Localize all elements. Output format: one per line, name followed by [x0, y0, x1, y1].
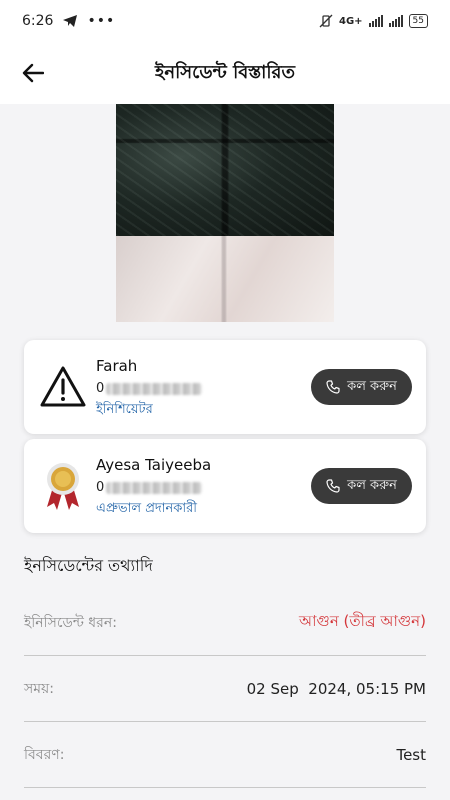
- approver-card: Ayesa Taiyeeba 0 এপ্রুভাল প্রদানকারী কল …: [24, 439, 426, 533]
- phone-prefix: 0: [96, 381, 105, 396]
- status-right: 4G+ 55: [319, 14, 428, 28]
- warning-icon: [38, 362, 88, 412]
- photo-light-tiles: [116, 236, 334, 322]
- incident-photo[interactable]: [116, 104, 334, 322]
- more-notifications-icon: •••: [87, 13, 116, 29]
- status-bar: 6:26 ••• 4G+ 55: [0, 0, 450, 42]
- phone-icon: [326, 380, 340, 394]
- contact-role: ইনিশিয়েটর: [96, 402, 153, 417]
- award-badge-icon: [38, 461, 88, 511]
- photo-dark-tiles: [116, 104, 334, 236]
- detail-value: 02 Sep 2024, 05:15 PM: [246, 679, 426, 698]
- battery-icon: 55: [408, 14, 428, 28]
- arrow-left-icon: [22, 63, 44, 83]
- detail-row-description: বিবরণ: Test: [24, 722, 426, 788]
- mute-vibrate-icon: [319, 14, 333, 28]
- status-time: 6:26: [22, 13, 54, 29]
- call-button-label: কল করুন: [347, 378, 397, 394]
- detail-row-time: সময়: 02 Sep 2024, 05:15 PM: [24, 656, 426, 722]
- network-type: 4G+: [339, 15, 363, 27]
- detail-value: Test: [396, 745, 426, 764]
- phone-icon: [326, 479, 340, 493]
- contact-role: এপ্রুভাল প্রদানকারী: [96, 501, 197, 516]
- signal-icon: [368, 15, 383, 27]
- signal-2-icon: [388, 15, 403, 27]
- contact-name: Farah: [96, 357, 138, 375]
- contact-name: Ayesa Taiyeeba: [96, 456, 212, 474]
- app-bar: ইনসিডেন্ট বিস্তারিত: [0, 42, 450, 104]
- contact-phone: 0: [96, 480, 203, 495]
- detail-value: আগুন (তীব্র আগুন): [299, 612, 426, 630]
- contact-phone: 0: [96, 381, 203, 396]
- battery-level: 55: [412, 15, 424, 26]
- page-title: ইনসিডেন্ট বিস্তারিত: [155, 61, 295, 83]
- status-left: 6:26 •••: [22, 13, 115, 29]
- detail-label: ইনিসিডেন্ট ধরন:: [24, 614, 117, 631]
- phone-redacted: [106, 481, 203, 494]
- telegram-icon: [63, 15, 78, 27]
- initiator-card: Farah 0 ইনিশিয়েটর কল করুন: [24, 340, 426, 434]
- detail-label: সময়:: [24, 680, 54, 697]
- call-button[interactable]: কল করুন: [311, 468, 412, 504]
- phone-prefix: 0: [96, 480, 105, 495]
- detail-row-type: ইনিসিডেন্ট ধরন: আগুন (তীব্র আগুন): [24, 590, 426, 656]
- call-button-label: কল করুন: [347, 477, 397, 493]
- phone-redacted: [106, 382, 203, 395]
- call-button[interactable]: কল করুন: [311, 369, 412, 405]
- back-button[interactable]: [18, 58, 48, 88]
- section-title: ইনসিডেন্টের তথ্যাদি: [24, 556, 153, 575]
- detail-label: বিবরণ:: [24, 746, 65, 763]
